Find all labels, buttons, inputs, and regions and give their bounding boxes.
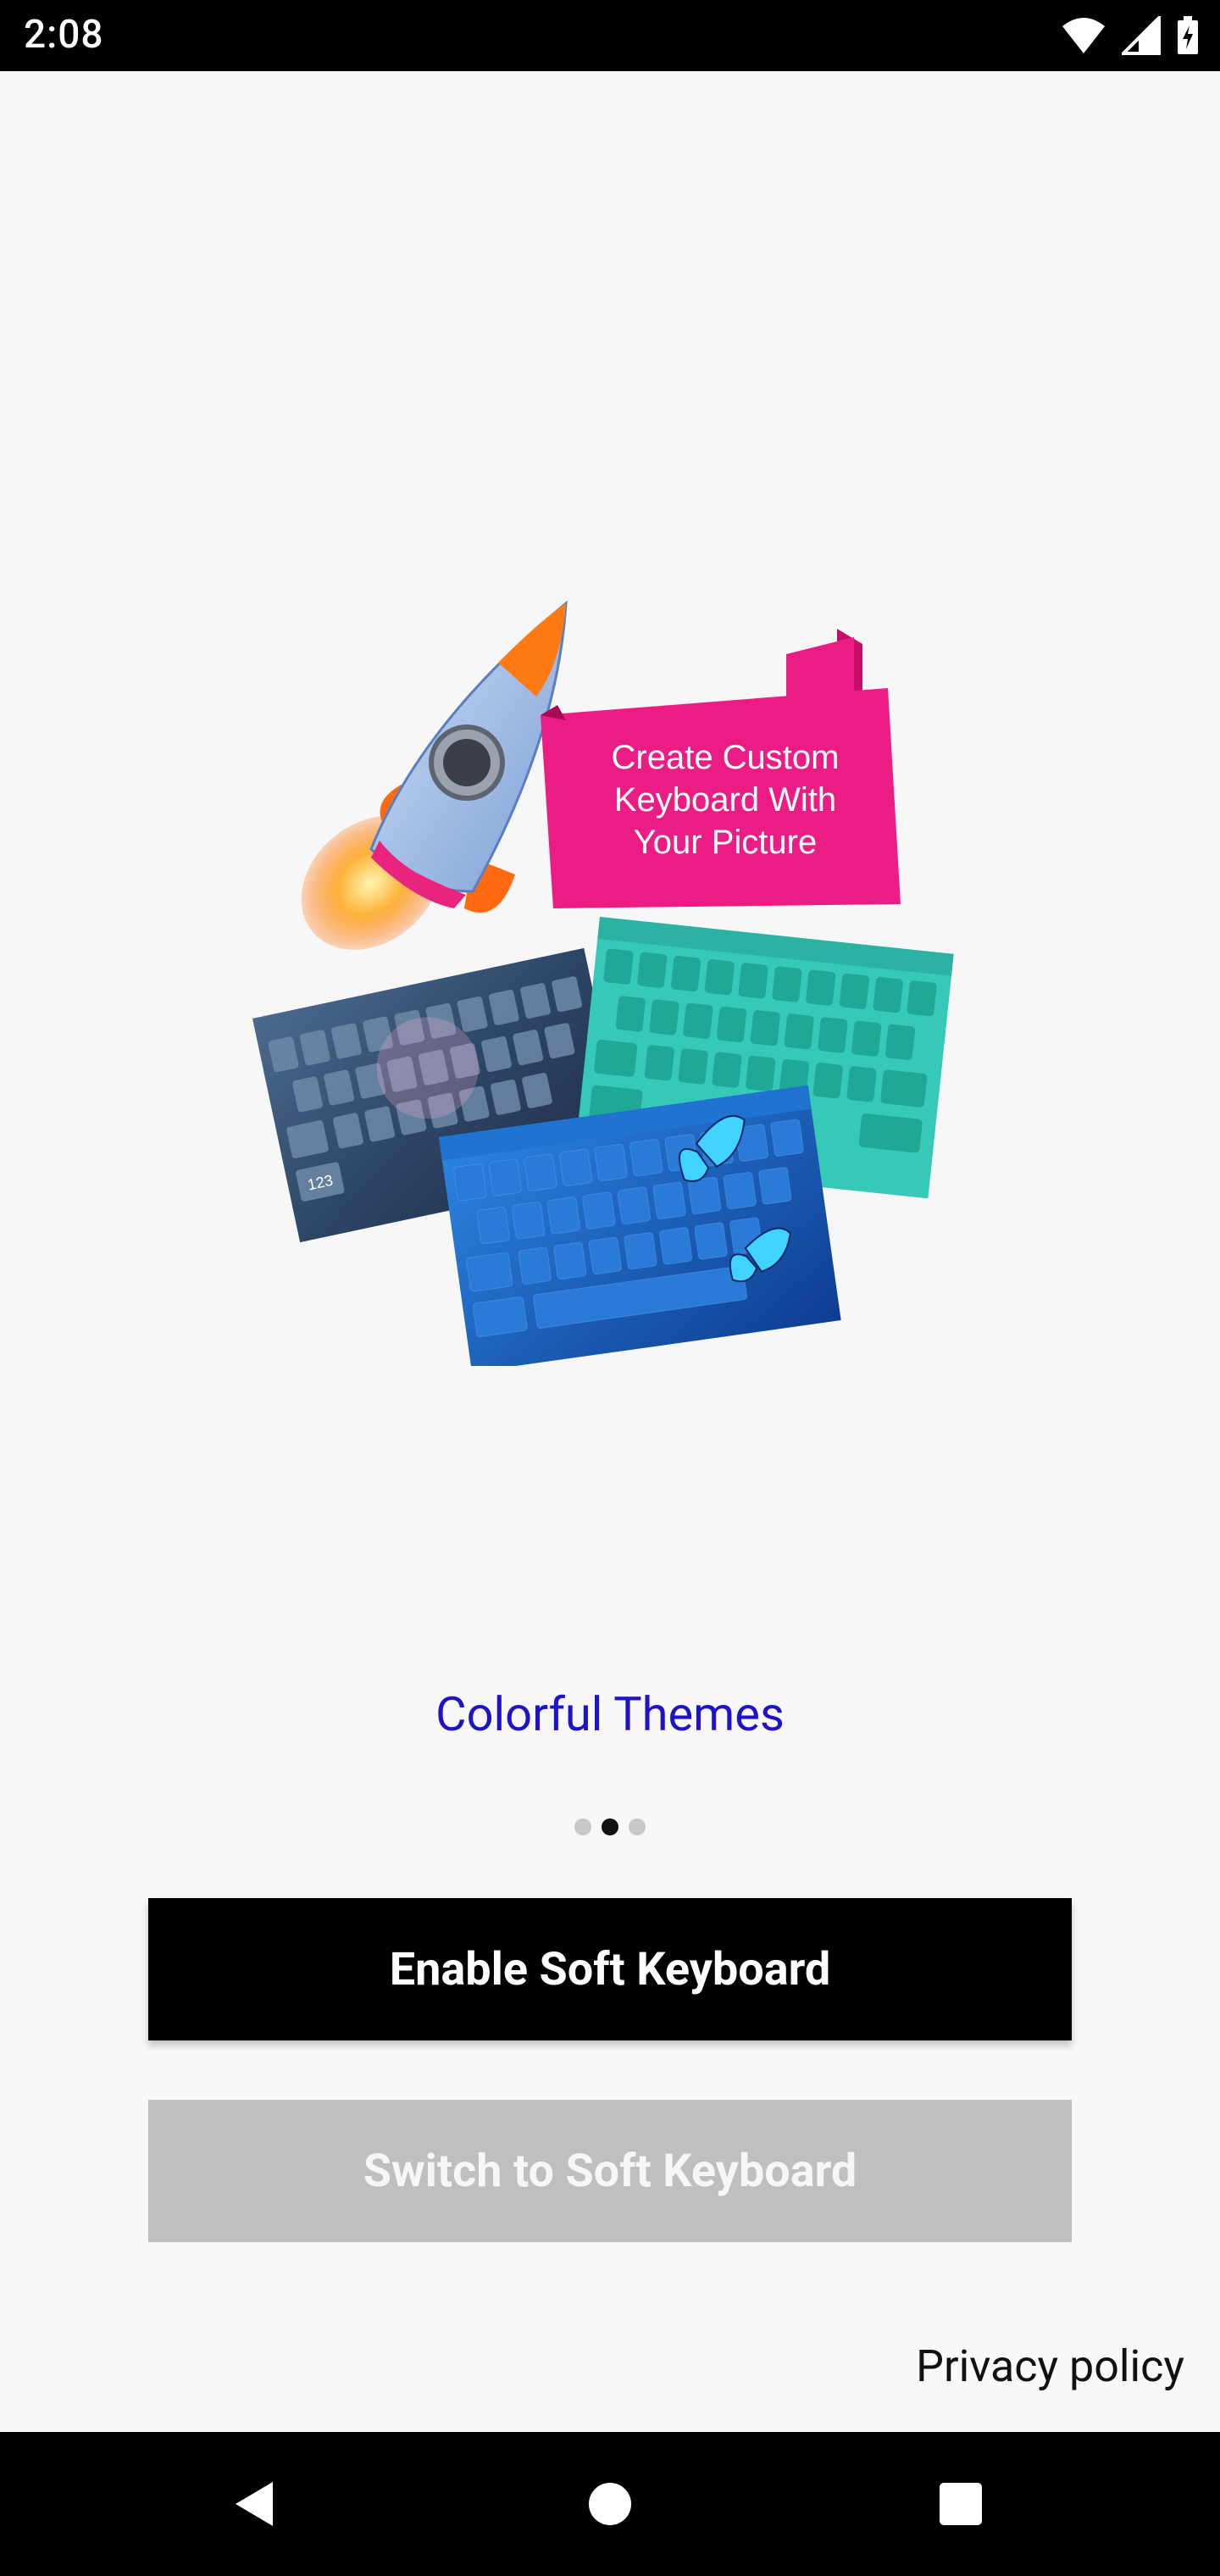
banner-line-1: Create Custom — [612, 739, 840, 776]
back-icon[interactable] — [230, 2479, 278, 2529]
cell-signal-icon — [1122, 16, 1161, 55]
status-icons — [1061, 15, 1200, 56]
carousel-caption: Colorful Themes — [435, 1686, 785, 1742]
banner-line-3: Your Picture — [634, 824, 817, 861]
pager-indicator — [0, 1818, 1220, 1835]
theme-promo-image: Create Custom Keyboard With Your Picture — [244, 569, 973, 1366]
status-bar: 2:08 — [0, 0, 1220, 71]
switch-soft-keyboard-button[interactable]: Switch to Soft Keyboard — [148, 2100, 1072, 2242]
recents-icon[interactable] — [938, 2481, 984, 2527]
wifi-icon — [1062, 18, 1105, 53]
banner-line-2: Keyboard With — [614, 781, 836, 819]
battery-icon — [1178, 16, 1198, 54]
navigation-bar — [0, 2432, 1220, 2576]
enable-soft-keyboard-button[interactable]: Enable Soft Keyboard — [148, 1898, 1072, 2040]
pager-dot[interactable] — [629, 1818, 646, 1835]
pager-dot[interactable] — [574, 1818, 591, 1835]
home-icon[interactable] — [587, 2481, 633, 2527]
pager-dot-active[interactable] — [602, 1818, 618, 1835]
privacy-policy-link[interactable]: Privacy policy — [916, 2340, 1184, 2392]
status-time: 2:08 — [24, 12, 104, 58]
